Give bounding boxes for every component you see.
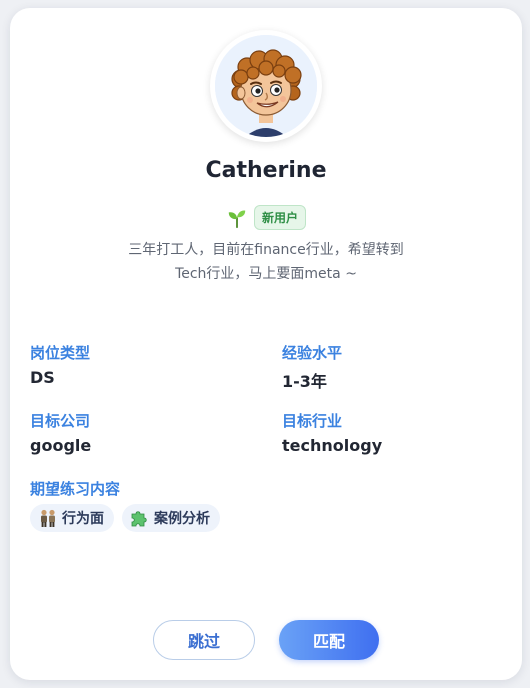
bio-line-1: 三年打工人，目前在finance行业，希望转到 — [128, 242, 404, 258]
bio-line-2: Tech行业，马上要面meta ~ — [175, 266, 357, 282]
industry-label: 目标行业 — [282, 412, 343, 430]
people-icon — [41, 509, 55, 527]
new-user-badge: 新用户 — [253, 205, 306, 230]
practice-chip-case: 案例分析 — [122, 504, 220, 532]
avatar — [215, 35, 317, 137]
role-value: DS — [30, 368, 55, 387]
experience-value: 1-3年 — [282, 372, 327, 391]
practice-chip-behavioral: 行为面 — [30, 504, 114, 532]
role-label: 岗位类型 — [30, 344, 91, 362]
sprout-icon — [228, 209, 246, 228]
match-button[interactable]: 匹配 — [279, 620, 379, 660]
profile-card: Catherine 新用户 三年打工人，目前在finance行业，希望转到 Te… — [10, 8, 522, 680]
company-value: google — [30, 436, 92, 455]
avatar-frame — [210, 30, 322, 142]
practice-chip-label: 案例分析 — [154, 511, 210, 527]
skip-button[interactable]: 跳过 — [153, 620, 255, 660]
practice-chip-label: 行为面 — [62, 511, 104, 527]
badge-row: 新用户 — [10, 205, 522, 230]
practice-chips: 行为面 案例分析 — [30, 504, 220, 532]
experience-label: 经验水平 — [282, 344, 343, 362]
avatar-illustration — [215, 35, 317, 137]
user-bio: 三年打工人，目前在finance行业，希望转到 Tech行业，马上要面meta … — [90, 238, 442, 286]
puzzle-icon — [131, 511, 147, 527]
company-label: 目标公司 — [30, 412, 91, 430]
practice-label: 期望练习内容 — [30, 480, 121, 498]
industry-value: technology — [282, 436, 383, 455]
user-name: Catherine — [205, 158, 327, 183]
